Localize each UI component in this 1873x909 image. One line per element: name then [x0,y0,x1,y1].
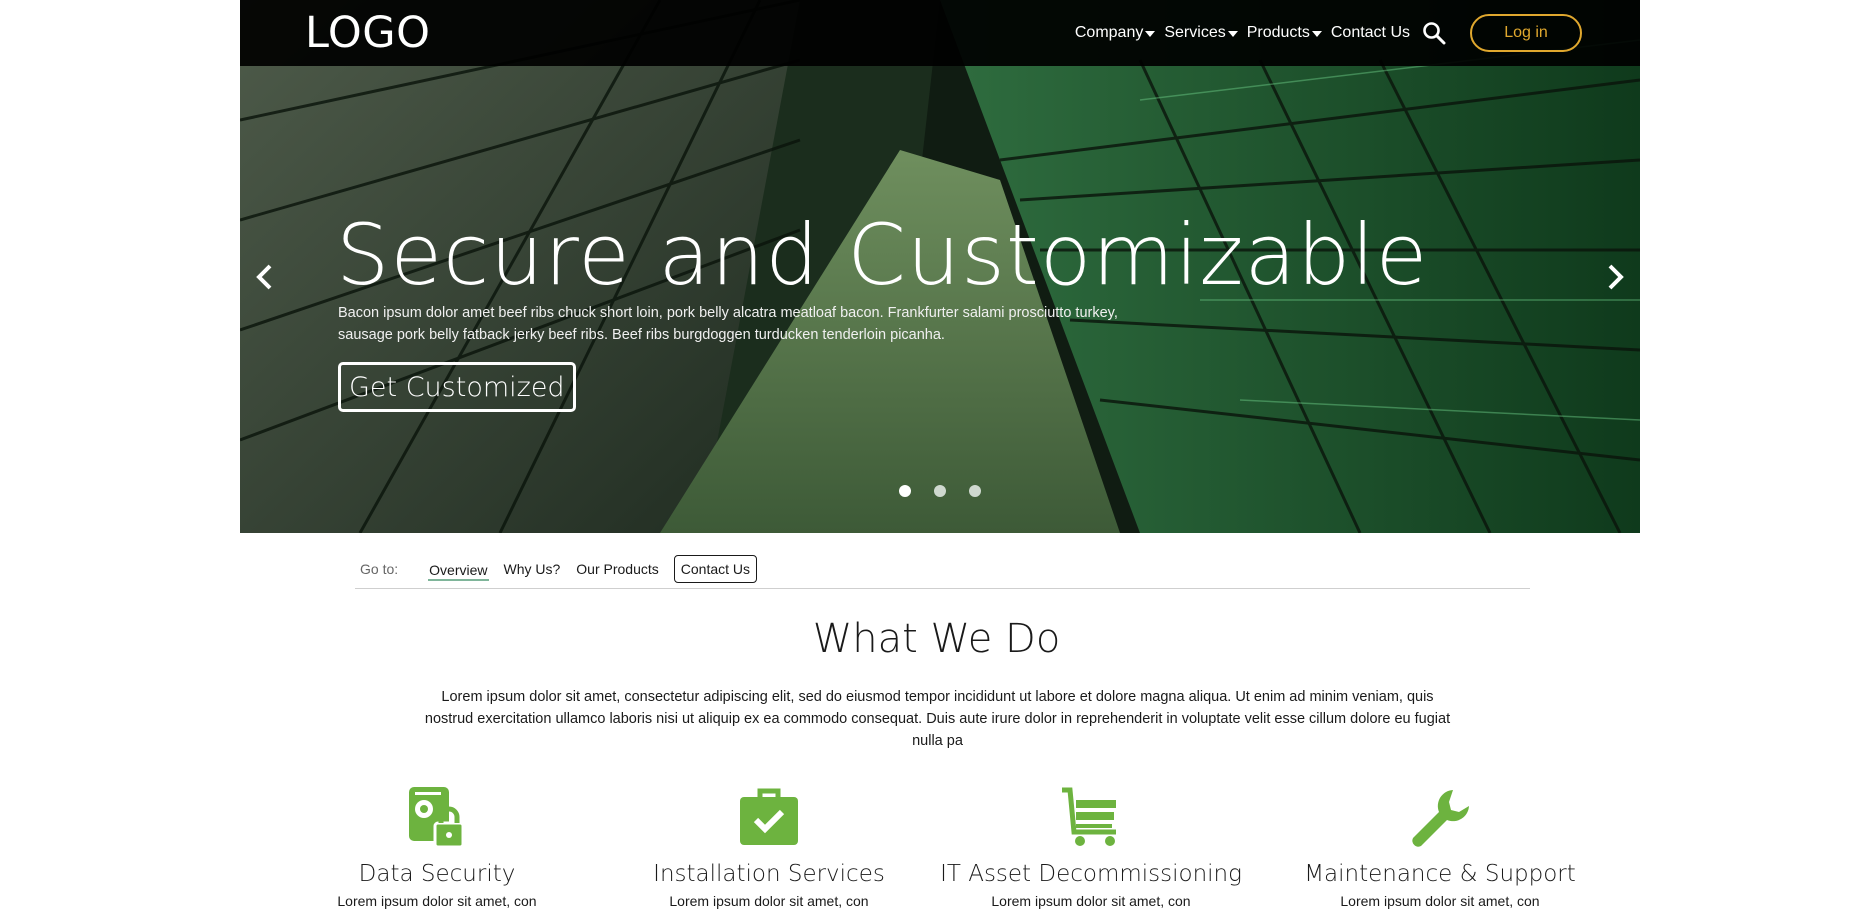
lock-device-icon [409,787,465,849]
service-description: Lorem ipsum dolor sit amet, con [669,893,869,909]
cart-icon [1062,787,1116,846]
nav-services-label: Services [1164,24,1226,41]
get-customized-button[interactable]: Get Customized [338,362,576,412]
service-description: Lorem ipsum dolor sit amet, con [337,893,537,909]
nav-company-label: Company [1074,24,1144,41]
search-icon[interactable] [1422,21,1446,45]
service-name: Maintenance & Support [1304,861,1576,887]
logo[interactable]: LOGO [305,8,430,58]
service-it-asset-decommissioning[interactable]: IT Asset Decommissioning Lorem ipsum dol… [921,785,1261,909]
carousel-dot-3[interactable] [969,485,981,497]
carousel-next-arrow-icon[interactable] [1602,262,1628,292]
goto-overview[interactable]: Overview [428,558,489,581]
nav-company[interactable]: Company [1074,24,1156,42]
service-installation[interactable]: Installation Services Lorem ipsum dolor … [599,785,939,909]
briefcase-check-icon [740,788,798,845]
caret-down-icon [1145,31,1156,37]
service-name: Data Security [358,861,516,887]
nav-products-label: Products [1246,24,1310,41]
goto-bar: Go to: Overview Why Us? Our Products Con… [355,550,1530,589]
goto-our-products[interactable]: Our Products [575,557,659,581]
nav-contact-us-label: Contact Us [1330,24,1410,41]
main-nav: Company Services Products Contact Us Log… [1066,14,1582,52]
service-name: Installation Services [653,861,885,887]
hero-title: Secure and Customizable [336,206,1429,304]
caret-down-icon [1227,31,1238,37]
section-title: What We Do [812,616,1061,662]
top-navigation-bar: LOGO Company Services Products Contact U… [240,0,1640,66]
service-description: Lorem ipsum dolor sit amet, con [1340,893,1540,909]
wrench-icon [1412,790,1469,847]
login-button[interactable]: Log in [1470,14,1582,52]
nav-services[interactable]: Services [1164,24,1238,42]
hero-description: Bacon ipsum dolor amet beef ribs chuck s… [338,305,1118,343]
service-description: Lorem ipsum dolor sit amet, con [991,893,1191,909]
carousel-prev-arrow-icon[interactable] [252,262,278,292]
nav-contact-us[interactable]: Contact Us [1331,24,1410,42]
service-name: IT Asset Decommissioning [940,861,1242,887]
service-maintenance-support[interactable]: Maintenance & Support Lorem ipsum dolor … [1270,785,1610,909]
goto-why-us[interactable]: Why Us? [503,557,562,581]
section-description: Lorem ipsum dolor sit amet, consectetur … [424,689,1451,749]
carousel-indicators [899,485,1004,497]
caret-down-icon [1311,31,1322,37]
hero-carousel: Secure and Customizable Bacon ipsum dolo… [240,0,1640,533]
goto-contact-us[interactable]: Contact Us [673,555,758,583]
carousel-dot-1[interactable] [899,485,911,497]
service-data-security[interactable]: Data Security Lorem ipsum dolor sit amet… [267,785,607,909]
nav-products[interactable]: Products [1247,24,1322,42]
carousel-dot-2[interactable] [934,485,946,497]
goto-label: Go to: [360,561,399,577]
